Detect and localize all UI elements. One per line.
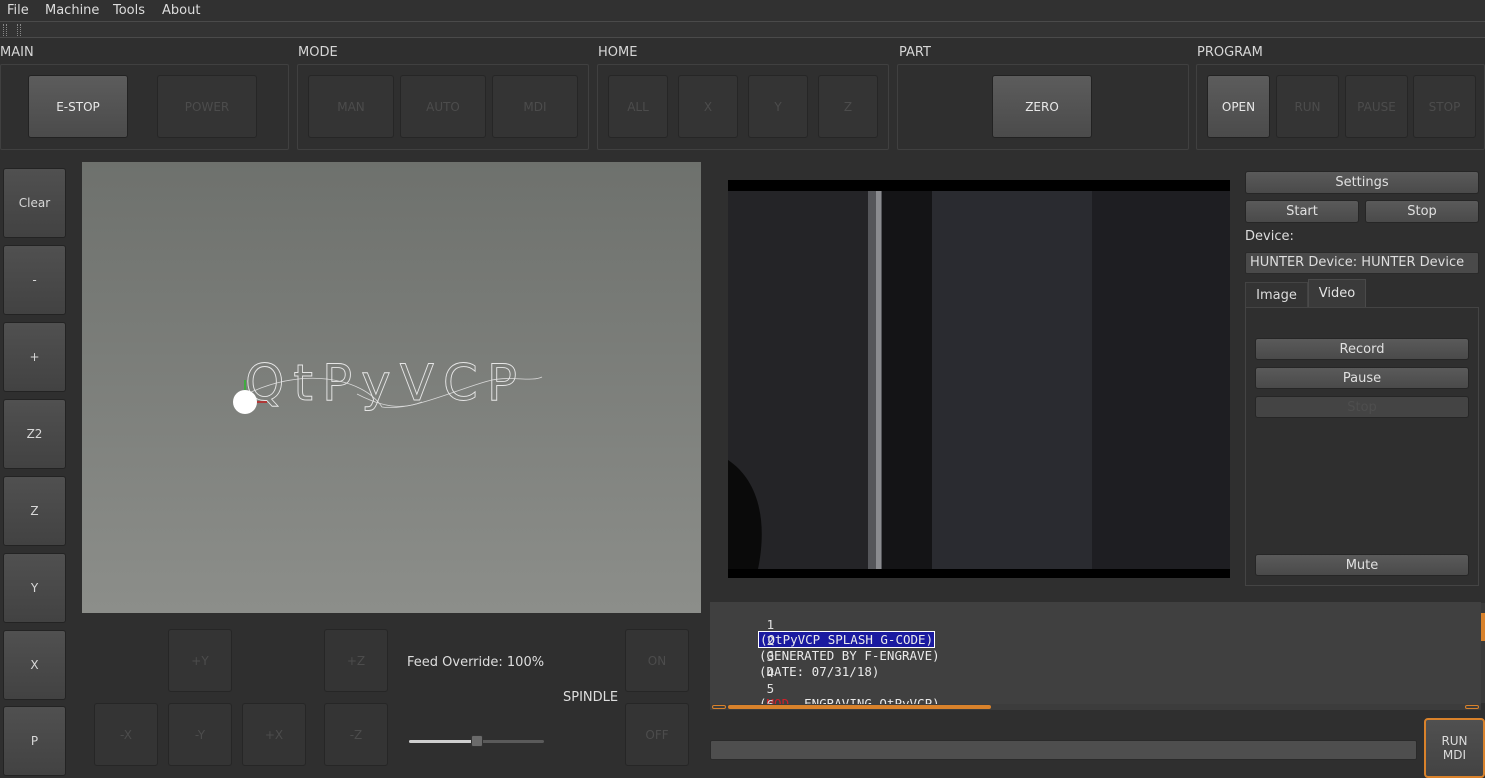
jog-plus-z-button[interactable]: +Z <box>324 629 388 692</box>
feed-override-slider-handle[interactable] <box>471 735 483 747</box>
editor-vertical-scroll-thumb[interactable] <box>1481 613 1485 641</box>
home-all-button[interactable]: ALL <box>608 75 668 138</box>
spindle-on-button[interactable]: ON <box>625 629 689 692</box>
line-number: 4 <box>766 665 775 680</box>
program-group-title: PROGRAM <box>1197 45 1263 60</box>
home-z-button[interactable]: Z <box>818 75 878 138</box>
mode-auto-button[interactable]: AUTO <box>400 75 486 138</box>
mode-group-title: MODE <box>298 45 338 60</box>
gcode-line-text: (MOD, ENGRAVING QtPyVCP) <box>759 696 940 704</box>
gcode-line: 6 G90 <box>710 682 775 704</box>
mode-man-button[interactable]: MAN <box>308 75 394 138</box>
tab-image[interactable]: Image <box>1245 282 1308 307</box>
editor-horizontal-scroll-thumb[interactable] <box>728 705 991 709</box>
mdi-command-input[interactable] <box>710 740 1417 760</box>
home-group-title: HOME <box>598 45 638 60</box>
editor-horizontal-scrollbar[interactable] <box>710 704 1481 710</box>
program-open-button[interactable]: OPEN <box>1207 75 1270 138</box>
video-stop-button[interactable]: Stop <box>1255 396 1469 418</box>
line-number: 3 <box>766 649 775 664</box>
camera-stop-button[interactable]: Stop <box>1365 200 1479 223</box>
spindle-label: SPINDLE <box>563 690 619 705</box>
toolbar-strip <box>0 21 1485 38</box>
menu-file[interactable]: File <box>7 3 29 18</box>
jog-minus-y-button[interactable]: -Y <box>168 703 232 766</box>
jog-minus-z-button[interactable]: -Z <box>324 703 388 766</box>
camera-frame <box>728 191 1230 569</box>
line-number: 2 <box>766 633 775 648</box>
zero-part-button[interactable]: ZERO <box>992 75 1092 138</box>
toolbar-grip-icon[interactable] <box>3 24 7 36</box>
toolbar-grip-icon[interactable] <box>17 24 21 36</box>
backplot-canvas: QtPyVCP <box>233 354 543 414</box>
tool-position-icon <box>233 390 257 414</box>
jog-plus-x-button[interactable]: +X <box>242 703 306 766</box>
line-number: 6 <box>740 697 775 704</box>
run-mdi-button[interactable]: RUN MDI <box>1424 718 1485 778</box>
view-y-button[interactable]: Y <box>3 553 66 623</box>
program-stop-button[interactable]: STOP <box>1413 75 1476 138</box>
video-mute-button[interactable]: Mute <box>1255 554 1469 576</box>
gcode-line: 3 (DATE: 07/31/18) <box>710 634 879 679</box>
menu-about[interactable]: About <box>162 3 200 18</box>
gcode-token: , ENGRAVING QtPyVCP) <box>789 696 940 704</box>
estop-button[interactable]: E-STOP <box>28 75 128 138</box>
part-group-title: PART <box>899 45 931 60</box>
jog-minus-x-button[interactable]: -X <box>94 703 158 766</box>
scroll-left-arrow-icon[interactable] <box>712 705 726 709</box>
view-clear-button[interactable]: Clear <box>3 168 66 238</box>
toolpath-text: QtPyVCP <box>245 354 526 412</box>
line-number: 5 <box>766 681 775 696</box>
home-y-button[interactable]: Y <box>748 75 808 138</box>
home-x-button[interactable]: X <box>678 75 738 138</box>
gcode-line: 1 (QtPyVCP SPLASH G-CODE) <box>710 602 936 648</box>
gcode-editor[interactable]: 1 (QtPyVCP SPLASH G-CODE) 2 (GENERATED B… <box>710 602 1481 704</box>
line-number: 1 <box>766 617 775 632</box>
main-group-title: MAIN <box>0 45 34 60</box>
camera-settings-button[interactable]: Settings <box>1245 171 1479 194</box>
gcode-line: 2 (GENERATED BY F-ENGRAVE) <box>710 618 940 663</box>
feed-override-slider-fill <box>409 740 477 743</box>
menu-machine[interactable]: Machine <box>45 3 99 18</box>
run-mdi-label: RUN MDI <box>1441 734 1468 762</box>
mode-mdi-button[interactable]: MDI <box>492 75 578 138</box>
view-zoom-out-button[interactable]: - <box>3 245 66 315</box>
gcode-line: 5 (MOD, ENGRAVING QtPyVCP) <box>710 666 940 704</box>
view-zoom-in-button[interactable]: + <box>3 322 66 392</box>
program-run-button[interactable]: RUN <box>1276 75 1339 138</box>
gcode-line-text: (QtPyVCP SPLASH G-CODE) <box>757 631 936 648</box>
view-x-button[interactable]: X <box>3 630 66 700</box>
editor-vertical-scrollbar[interactable] <box>1481 603 1485 703</box>
jog-plus-y-button[interactable]: +Y <box>168 629 232 692</box>
camera-start-button[interactable]: Start <box>1245 200 1359 223</box>
tab-video[interactable]: Video <box>1308 279 1366 307</box>
view-p-button[interactable]: P <box>3 706 66 776</box>
camera-video-view <box>728 180 1230 578</box>
gcode-line: 4 <box>710 650 775 680</box>
device-label: Device: <box>1245 229 1294 244</box>
menubar: File Machine Tools About <box>0 0 1485 21</box>
view-z-button[interactable]: Z <box>3 476 66 546</box>
program-pause-button[interactable]: PAUSE <box>1345 75 1408 138</box>
gcode-backplot-view[interactable]: QtPyVCP <box>82 162 701 613</box>
feed-override-slider[interactable] <box>409 735 544 747</box>
spindle-off-button[interactable]: OFF <box>625 703 689 766</box>
feed-override-label: Feed Override: 100% <box>407 655 545 670</box>
scroll-right-arrow-icon[interactable] <box>1465 705 1479 709</box>
device-select[interactable]: HUNTER Device: HUNTER Device <box>1245 252 1479 274</box>
view-z2-button[interactable]: Z2 <box>3 399 66 469</box>
video-pause-button[interactable]: Pause <box>1255 367 1469 389</box>
gcode-line-text: (GENERATED BY F-ENGRAVE) <box>759 648 940 663</box>
menu-tools[interactable]: Tools <box>113 3 145 18</box>
video-record-button[interactable]: Record <box>1255 338 1469 360</box>
power-button[interactable]: POWER <box>157 75 257 138</box>
gcode-line-text: (DATE: 07/31/18) <box>759 664 880 679</box>
